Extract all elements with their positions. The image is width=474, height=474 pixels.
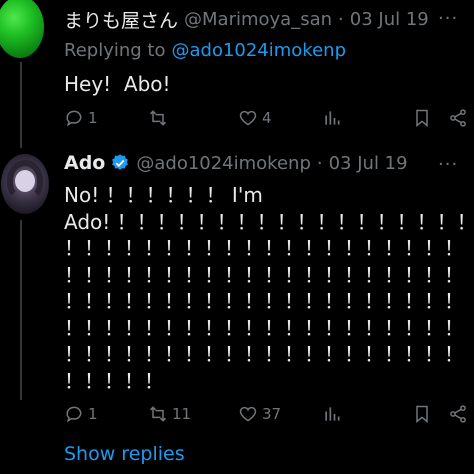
display-name[interactable]: Ado — [64, 152, 105, 174]
handle[interactable]: @ado1024imokenp — [136, 153, 311, 174]
thread-line-bottom — [20, 220, 22, 400]
like-count: 4 — [262, 109, 272, 127]
share-icon — [450, 109, 466, 127]
more-icon[interactable]: ··· — [438, 154, 458, 175]
tweet2-header: Ado @ado1024imokenp · 03 Jul 19 — [64, 152, 408, 174]
share-icon — [450, 405, 466, 423]
replying-to: Replying to @ado1024imokenp — [64, 40, 346, 61]
display-name[interactable]: まりも屋さん — [64, 6, 178, 33]
show-replies-link[interactable]: Show replies — [64, 443, 185, 465]
separator: · — [316, 152, 323, 174]
retweet-icon — [149, 406, 167, 422]
analytics-icon — [325, 111, 340, 125]
like-button[interactable]: 4 — [238, 108, 272, 128]
reply-count: 1 — [88, 405, 98, 423]
separator: · — [338, 9, 344, 30]
tweet-line: ！！！！！！！！！！！！！！！！！！！！ — [64, 315, 464, 340]
share-button[interactable] — [448, 404, 468, 424]
reply-count: 1 — [88, 109, 98, 127]
reply-button[interactable]: 1 — [64, 108, 98, 128]
like-button[interactable]: 37 — [238, 404, 281, 424]
heart-icon — [239, 110, 257, 126]
tweet-line: ！！！！！ — [64, 368, 164, 393]
tweet-date[interactable]: 03 Jul 19 — [350, 9, 429, 30]
tweet1-text: Hey! Abo! — [64, 72, 171, 96]
replying-prefix: Replying to — [64, 40, 166, 61]
bookmark-button[interactable] — [412, 404, 432, 424]
analytics-button[interactable] — [322, 108, 342, 128]
more-icon[interactable]: ··· — [438, 8, 458, 29]
bookmark-button[interactable] — [412, 108, 432, 128]
reply-icon — [66, 406, 82, 423]
reply-button[interactable]: 1 — [64, 404, 98, 424]
tweet-line: ！！！！！！！！！！！！！！！！！！！！ — [64, 262, 464, 287]
tweet-line: No! ！！！！！！ I'm — [64, 183, 263, 207]
reply-icon — [66, 110, 82, 127]
tweet-date[interactable]: 03 Jul 19 — [329, 153, 408, 174]
retweet-button[interactable] — [148, 108, 172, 128]
heart-icon — [239, 406, 257, 422]
retweet-button[interactable]: 11 — [148, 404, 191, 424]
tweet1-header: まりも屋さん @Marimoya_san · 03 Jul 19 — [64, 6, 429, 33]
avatar-ado[interactable] — [1, 154, 49, 214]
share-button[interactable] — [448, 108, 468, 128]
like-count: 37 — [262, 405, 282, 423]
tweet-line: ！！！！！！！！！！！！！！！！！！！！ — [64, 236, 464, 260]
tweet2-text: No! ！！！！！！ I'm Ado! ！！！！！！！！！！！！！！！！！！ ！… — [64, 182, 474, 394]
analytics-button[interactable] — [322, 404, 342, 424]
avatar-hair — [7, 160, 43, 200]
verified-badge-icon — [112, 154, 129, 170]
retweet-icon — [149, 110, 167, 126]
retweet-count: 11 — [172, 405, 192, 423]
bookmark-icon — [416, 405, 428, 424]
tweet-line: ！！！！！！！！！！！！！！！！！！！！ — [64, 342, 464, 366]
avatar-marimo[interactable] — [0, 0, 44, 58]
replying-mention[interactable]: @ado1024imokenp — [171, 40, 346, 61]
analytics-icon — [325, 407, 340, 421]
tweet-line: Ado! ！！！！！！！！！！！！！！！！！！ — [64, 209, 474, 234]
thread-line-top — [20, 62, 22, 148]
bookmark-icon — [416, 109, 428, 128]
tweet-line: ！！！！！！！！！！！！！！！！！！！！ — [64, 289, 464, 313]
handle[interactable]: @Marimoya_san — [184, 9, 332, 30]
